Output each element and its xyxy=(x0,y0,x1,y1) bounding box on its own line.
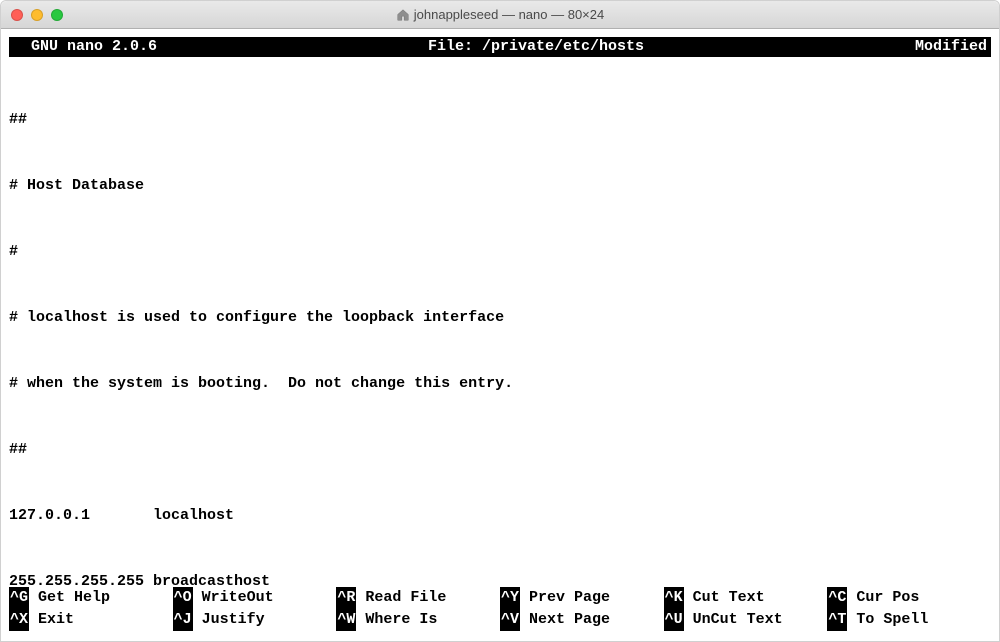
shortcut-key: ^C xyxy=(827,587,847,609)
window-title-text: johnappleseed — nano — 80×24 xyxy=(414,7,604,22)
editor-line: # Host Database xyxy=(9,175,991,197)
zoom-button[interactable] xyxy=(51,9,63,21)
terminal[interactable]: GNU nano 2.0.6 File: /private/etc/hosts … xyxy=(1,29,999,641)
editor-line: 127.0.0.1 localhost xyxy=(9,505,991,527)
traffic-lights xyxy=(1,9,63,21)
editor-line: # xyxy=(9,241,991,263)
shortcut-label: Get Help xyxy=(29,587,110,609)
shortcut-label: WriteOut xyxy=(193,587,274,609)
shortcut-next-page[interactable]: ^V Next Page xyxy=(500,609,664,631)
editor-line: ## xyxy=(9,439,991,461)
editor-body[interactable]: ## # Host Database # # localhost is used… xyxy=(9,57,991,587)
shortcut-key: ^U xyxy=(664,609,684,631)
shortcut-label: Next Page xyxy=(520,609,610,631)
nano-header: GNU nano 2.0.6 File: /private/etc/hosts … xyxy=(9,37,991,57)
shortcut-key: ^R xyxy=(336,587,356,609)
shortcut-uncut-text[interactable]: ^U UnCut Text xyxy=(664,609,828,631)
nano-modified-label: Modified xyxy=(915,37,987,57)
shortcut-to-spell[interactable]: ^T To Spell xyxy=(827,609,991,631)
minimize-button[interactable] xyxy=(31,9,43,21)
shortcut-label: UnCut Text xyxy=(684,609,783,631)
shortcut-justify[interactable]: ^J Justify xyxy=(173,609,337,631)
shortcut-label: Where Is xyxy=(356,609,437,631)
editor-line: # localhost is used to configure the loo… xyxy=(9,307,991,329)
shortcut-exit[interactable]: ^X Exit xyxy=(9,609,173,631)
shortcut-read-file[interactable]: ^R Read File xyxy=(336,587,500,609)
editor-line: # when the system is booting. Do not cha… xyxy=(9,373,991,395)
shortcut-key: ^O xyxy=(173,587,193,609)
shortcut-key: ^V xyxy=(500,609,520,631)
shortcut-key: ^W xyxy=(336,609,356,631)
titlebar: johnappleseed — nano — 80×24 xyxy=(1,1,999,29)
shortcut-key: ^Y xyxy=(500,587,520,609)
shortcut-key: ^J xyxy=(173,609,193,631)
window-title: johnappleseed — nano — 80×24 xyxy=(1,7,999,22)
nano-app-label: GNU nano 2.0.6 xyxy=(13,37,157,57)
shortcut-label: Prev Page xyxy=(520,587,610,609)
shortcut-label: Read File xyxy=(356,587,446,609)
shortcut-label: Justify xyxy=(193,609,265,631)
shortcut-where-is[interactable]: ^W Where Is xyxy=(336,609,500,631)
nano-file-label: File: /private/etc/hosts xyxy=(428,37,644,57)
shortcut-get-help[interactable]: ^G Get Help xyxy=(9,587,173,609)
shortcut-label: Cut Text xyxy=(684,587,765,609)
editor-line: 255.255.255.255 broadcasthost xyxy=(9,571,991,587)
shortcut-cur-pos[interactable]: ^C Cur Pos xyxy=(827,587,991,609)
shortcut-key: ^X xyxy=(9,609,29,631)
shortcut-label: Cur Pos xyxy=(847,587,919,609)
home-icon xyxy=(396,8,410,22)
shortcut-prev-page[interactable]: ^Y Prev Page xyxy=(500,587,664,609)
editor-line: ## xyxy=(9,109,991,131)
shortcut-key: ^K xyxy=(664,587,684,609)
shortcut-key: ^T xyxy=(827,609,847,631)
shortcut-label: Exit xyxy=(29,609,74,631)
shortcut-bar: ^G Get Help ^O WriteOut ^R Read File ^Y … xyxy=(9,587,991,637)
shortcut-key: ^G xyxy=(9,587,29,609)
close-button[interactable] xyxy=(11,9,23,21)
shortcut-writeout[interactable]: ^O WriteOut xyxy=(173,587,337,609)
shortcut-cut-text[interactable]: ^K Cut Text xyxy=(664,587,828,609)
shortcut-label: To Spell xyxy=(847,609,928,631)
